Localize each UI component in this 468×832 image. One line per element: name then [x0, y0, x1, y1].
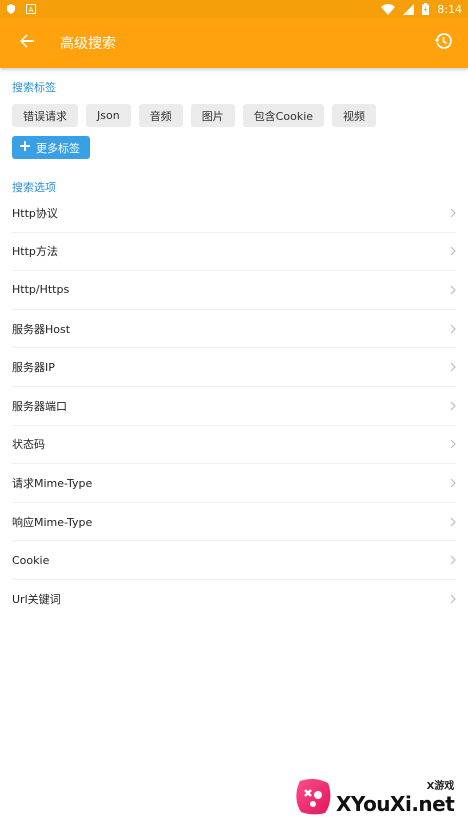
- history-button[interactable]: [418, 18, 468, 68]
- option-item[interactable]: Http方法: [12, 233, 456, 272]
- chevron-right-icon: [450, 517, 456, 527]
- chevron-right-icon: [450, 324, 456, 334]
- option-item[interactable]: 服务器Host: [12, 310, 456, 349]
- chevron-right-icon: [450, 401, 456, 411]
- option-label: Http协议: [12, 206, 58, 220]
- watermark-site-text: XYouXi.net: [336, 791, 455, 816]
- option-item[interactable]: 请求Mime-Type: [12, 464, 456, 503]
- history-icon: [434, 32, 452, 54]
- more-tags-label: 更多标签: [36, 141, 80, 155]
- watermark-small-text: X游戏: [426, 780, 455, 792]
- tag-chip[interactable]: 包含Cookie: [242, 104, 325, 127]
- option-item[interactable]: 服务器IP: [12, 348, 456, 387]
- option-label: Url关键词: [12, 593, 61, 607]
- chevron-right-icon: [450, 478, 456, 488]
- chevron-right-icon: [450, 208, 456, 218]
- tag-chip[interactable]: Json: [86, 104, 131, 127]
- chevron-right-icon: [450, 439, 456, 449]
- tag-chip[interactable]: 音频: [138, 104, 183, 127]
- plus-icon: [20, 141, 30, 154]
- option-label: 请求Mime-Type: [12, 476, 93, 490]
- option-label: 状态码: [12, 438, 45, 452]
- more-tags-button[interactable]: 更多标签: [12, 136, 90, 159]
- status-time: 8:14: [437, 2, 462, 16]
- watermark: X游戏 XYouXi.net: [292, 768, 460, 824]
- status-bar: A 8:14: [0, 0, 468, 18]
- option-label: 响应Mime-Type: [12, 515, 93, 529]
- app-bar: 高级搜索: [0, 18, 468, 68]
- option-item[interactable]: Http/Https: [12, 271, 456, 310]
- option-label: Http方法: [12, 245, 58, 259]
- tag-list: 错误请求 Json 音频 图片 包含Cookie 视频: [12, 104, 452, 127]
- app-notification-icon: A: [26, 4, 36, 14]
- option-label: Http/Https: [12, 283, 70, 297]
- option-label: 服务器Host: [12, 322, 71, 336]
- tag-chip[interactable]: 错误请求: [12, 104, 78, 127]
- gamepad-logo-icon: [292, 775, 334, 817]
- chevron-right-icon: [450, 246, 456, 256]
- back-button[interactable]: [0, 18, 54, 68]
- tag-chip[interactable]: 视频: [332, 104, 377, 127]
- option-item[interactable]: Cookie: [12, 541, 456, 580]
- shield-icon: [6, 4, 16, 14]
- page-title: 高级搜索: [60, 36, 116, 52]
- option-item[interactable]: Http协议: [12, 194, 456, 233]
- options-list: Http协议 Http方法 Http/Https 服务器Host 服务器IP 服…: [12, 194, 456, 619]
- option-item[interactable]: 状态码: [12, 426, 456, 465]
- option-item[interactable]: 响应Mime-Type: [12, 503, 456, 542]
- wifi-icon: [381, 3, 396, 15]
- battery-icon: [422, 3, 430, 15]
- options-section-title: 搜索选项: [12, 181, 56, 194]
- chevron-right-icon: [450, 285, 456, 295]
- chevron-right-icon: [450, 594, 456, 604]
- option-label: Cookie: [12, 553, 50, 567]
- chevron-right-icon: [450, 362, 456, 372]
- tag-chip[interactable]: 图片: [190, 104, 235, 127]
- option-label: 服务器IP: [12, 361, 55, 375]
- arrow-back-icon: [19, 33, 35, 53]
- signal-icon: [403, 3, 415, 15]
- tags-section-title: 搜索标签: [12, 81, 56, 94]
- option-label: 服务器端口: [12, 399, 67, 413]
- svg-text:A: A: [29, 6, 34, 14]
- chevron-right-icon: [450, 555, 456, 565]
- option-item[interactable]: 服务器端口: [12, 387, 456, 426]
- option-item[interactable]: Url关键词: [12, 580, 456, 619]
